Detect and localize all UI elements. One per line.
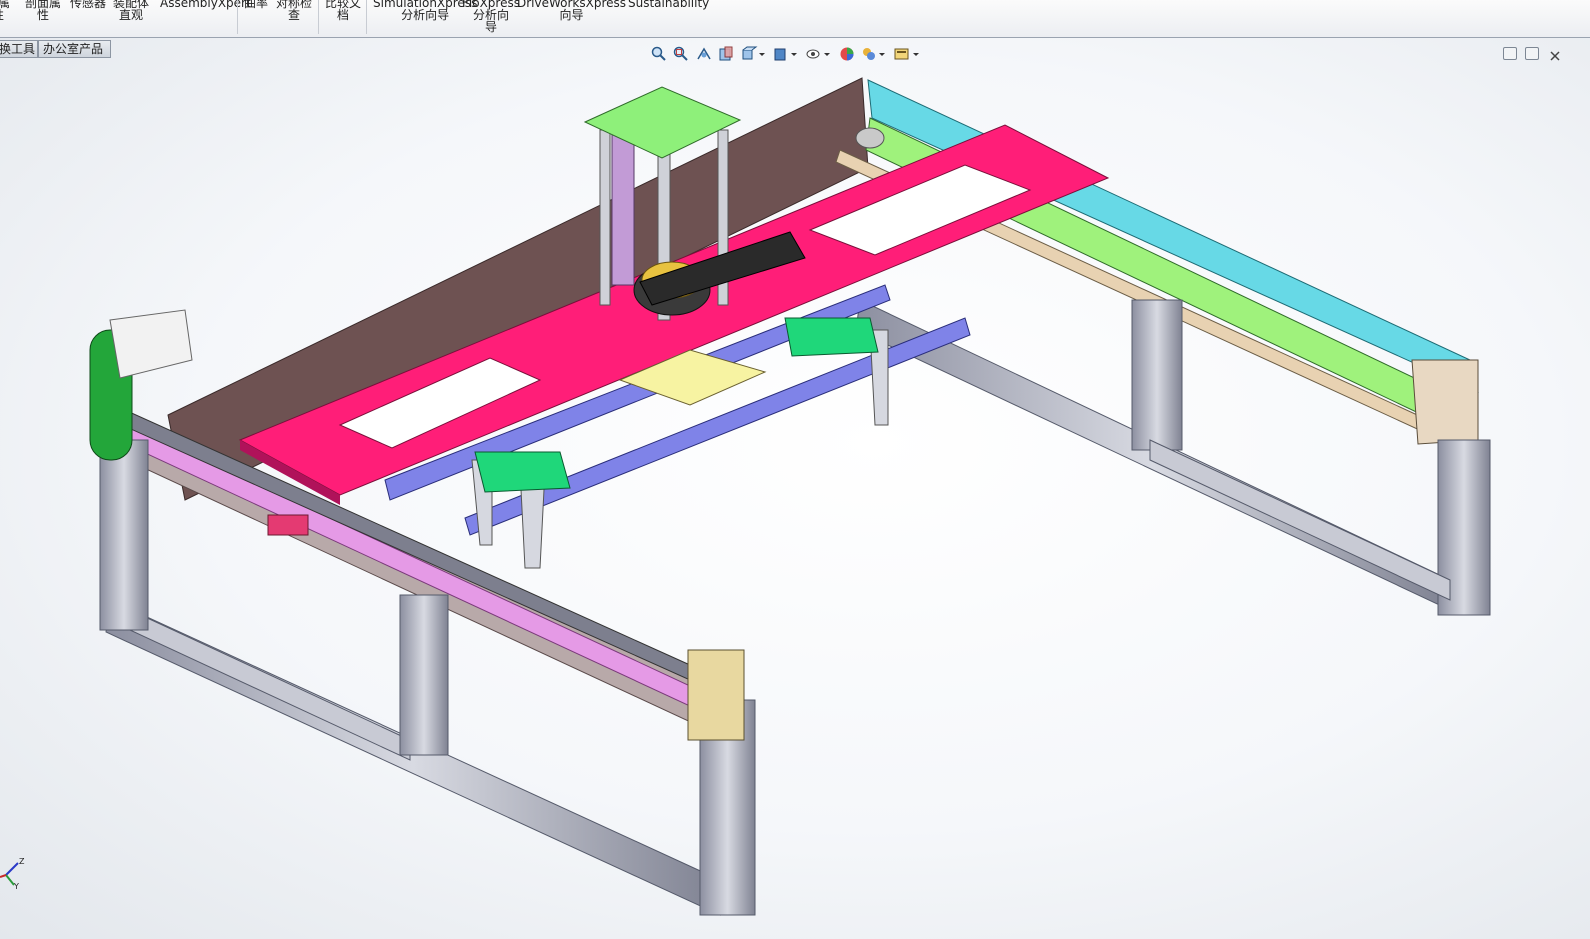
zoom-to-area-icon[interactable] xyxy=(672,44,690,64)
floxpress-button[interactable]: FloXpress 分析向 导 xyxy=(462,0,520,33)
sustainability-button[interactable]: Sustainability xyxy=(628,0,709,9)
section-view-icon[interactable] xyxy=(717,44,735,64)
view-settings-icon[interactable] xyxy=(892,44,920,64)
compare-documents-button[interactable]: 比较文 档 xyxy=(325,0,361,21)
sensor-button[interactable]: 传感器 xyxy=(70,0,106,9)
tile-vertical-icon[interactable] xyxy=(1525,47,1539,60)
ribbon-separator xyxy=(318,0,319,34)
zoom-to-fit-icon[interactable] xyxy=(650,44,668,64)
right-mid-rail xyxy=(1149,439,1451,601)
tile-horizontal-icon[interactable] xyxy=(1503,47,1517,60)
right-end-plate xyxy=(1411,359,1479,445)
column-1 xyxy=(599,129,611,306)
triad-z-label: Z xyxy=(19,857,25,866)
ribbon-separator xyxy=(366,0,367,34)
apply-scene-icon[interactable] xyxy=(860,44,886,64)
edit-appearance-icon[interactable] xyxy=(838,44,856,64)
previous-view-icon[interactable] xyxy=(695,44,713,64)
display-style-icon[interactable] xyxy=(772,44,798,64)
assembly-visualization-button[interactable]: 装配体 直观 xyxy=(113,0,149,21)
section-properties-button[interactable]: 剖面属 性 xyxy=(25,0,61,21)
driveworksxpress-button[interactable]: DriveWorksXpress 向导 xyxy=(517,0,626,21)
ribbon-separator xyxy=(237,0,238,34)
tab-office-products[interactable]: 办公室产品 xyxy=(38,40,111,58)
left-slider-block xyxy=(267,514,309,536)
triad-y-label: Y xyxy=(13,882,19,891)
left-leg-back xyxy=(99,439,149,631)
curvature-button[interactable]: 曲率 xyxy=(244,0,268,9)
command-manager-ribbon: 质属 性 剖面属 性 传感器 装配体 直观 AssemblyXpert 曲率 对… xyxy=(0,0,1590,38)
back-pulley xyxy=(855,127,885,149)
left-frame-mid-rail xyxy=(129,609,411,761)
mass-properties-button[interactable]: 质属 性 xyxy=(0,0,10,21)
view-orientation-icon[interactable] xyxy=(740,44,766,64)
gripper-right xyxy=(784,317,879,357)
symmetry-check-button[interactable]: 对称检 查 xyxy=(276,0,312,21)
hide-show-items-icon[interactable] xyxy=(805,44,831,64)
left-end-plate xyxy=(687,649,745,741)
reference-triad: Z Y xyxy=(0,855,30,895)
tab-tools[interactable]: 换工具 xyxy=(0,40,38,58)
right-leg-back xyxy=(1131,299,1183,451)
close-icon[interactable] xyxy=(1548,47,1562,61)
gripper-left xyxy=(474,451,571,493)
gantry-assembly-model[interactable] xyxy=(0,38,1590,939)
left-motor xyxy=(109,309,193,379)
left-leg-middle xyxy=(399,594,449,756)
